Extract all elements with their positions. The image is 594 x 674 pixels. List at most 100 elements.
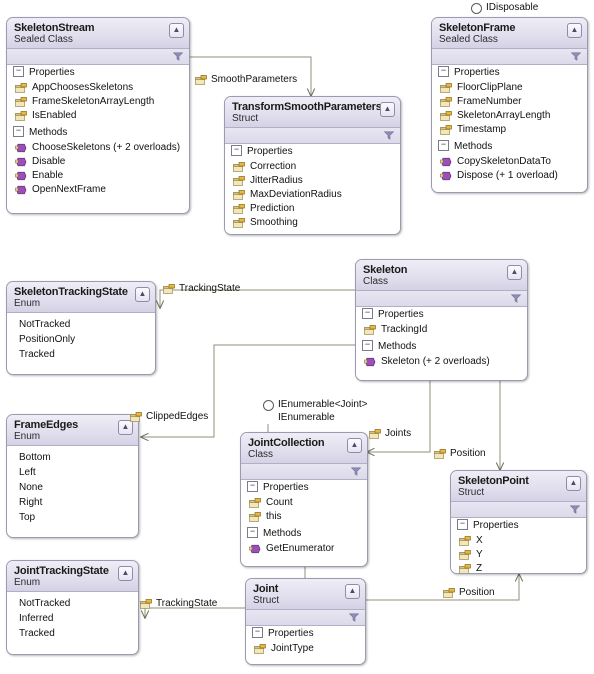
member-label: MaxDeviationRadius <box>250 189 342 200</box>
member-row[interactable]: Correction <box>225 160 400 174</box>
enum-value-row[interactable]: Inferred <box>7 611 138 626</box>
section-header-properties[interactable]: − Properties <box>241 480 367 496</box>
collapse-chevron-icon[interactable]: ▲ <box>345 584 360 599</box>
enum-value-row[interactable]: Top <box>7 510 138 525</box>
member-list-properties: FloorClipPlane FrameNumber SkeletonArray… <box>432 81 587 139</box>
expander-icon[interactable]: − <box>13 125 24 137</box>
enum-value-row[interactable]: PositionOnly <box>7 332 155 347</box>
section-header-methods[interactable]: − Methods <box>241 526 367 542</box>
member-row[interactable]: TrackingId <box>356 323 527 337</box>
member-row[interactable]: MaxDeviationRadius <box>225 188 400 202</box>
section-header-methods[interactable]: − Methods <box>7 125 189 141</box>
filter-icon[interactable] <box>571 52 581 61</box>
class-box-skeletonframe[interactable]: SkeletonFrame Sealed Class ▲ − Properties… <box>431 17 588 193</box>
member-row[interactable]: FrameNumber <box>432 95 587 109</box>
member-label: Enable <box>32 170 64 181</box>
member-row[interactable]: JointType <box>246 642 365 656</box>
expander-icon[interactable]: − <box>231 144 242 156</box>
enum-value-row[interactable]: Left <box>7 465 138 480</box>
member-row[interactable]: FloorClipPlane <box>432 81 587 95</box>
section-header-properties[interactable]: − Properties <box>225 144 400 160</box>
member-row[interactable]: JitterRadius <box>225 174 400 188</box>
member-row[interactable]: Timestamp <box>432 123 587 137</box>
class-box-skeletonstream[interactable]: SkeletonStream Sealed Class ▲ − Propertie… <box>6 17 190 214</box>
enum-value-row[interactable]: Tracked <box>7 626 138 641</box>
expander-icon[interactable]: − <box>457 518 468 530</box>
expander-icon[interactable]: − <box>247 526 258 538</box>
member-row[interactable]: ChooseSkeletons (+ 2 overloads) <box>7 141 189 155</box>
property-icon <box>443 588 455 598</box>
class-header-joint: Joint Struct ▲ <box>246 579 365 610</box>
enum-box-jointtrackingstate[interactable]: JointTrackingState Enum ▲ NotTracked Inf… <box>6 560 139 655</box>
collapse-chevron-icon[interactable]: ▲ <box>380 102 395 117</box>
collapse-chevron-icon[interactable]: ▲ <box>118 566 133 581</box>
member-row[interactable]: Y <box>451 548 586 562</box>
member-row[interactable]: Prediction <box>225 202 400 216</box>
member-row[interactable]: Enable <box>7 169 189 183</box>
filter-bar <box>356 291 527 307</box>
expander-icon[interactable]: − <box>438 139 449 151</box>
section-header-methods[interactable]: − Methods <box>356 339 527 355</box>
collapse-chevron-icon[interactable]: ▲ <box>347 438 362 453</box>
member-row[interactable]: SkeletonArrayLength <box>432 109 587 123</box>
collapse-chevron-icon[interactable]: ▲ <box>135 287 150 302</box>
member-list-methods: GetEnumerator <box>241 542 367 558</box>
property-icon <box>249 512 261 522</box>
section-header-methods[interactable]: − Methods <box>432 139 587 155</box>
enum-value-row[interactable]: None <box>7 480 138 495</box>
member-row[interactable]: X <box>451 534 586 548</box>
filter-icon[interactable] <box>384 131 394 140</box>
collapse-chevron-icon[interactable]: ▲ <box>507 265 522 280</box>
method-icon <box>15 157 27 167</box>
filter-icon[interactable] <box>511 294 521 303</box>
member-row[interactable]: FrameSkeletonArrayLength <box>7 95 189 109</box>
member-row[interactable]: Z <box>451 562 586 573</box>
collapse-chevron-icon[interactable]: ▲ <box>566 476 581 491</box>
member-row[interactable]: Smoothing <box>225 216 400 230</box>
expander-icon[interactable]: − <box>247 480 258 492</box>
association-label-position-skeleton: Position <box>434 448 486 460</box>
member-row[interactable]: Count <box>241 496 367 510</box>
enum-value-row[interactable]: Right <box>7 495 138 510</box>
expander-icon[interactable]: − <box>438 65 449 77</box>
section-header-properties[interactable]: − Properties <box>7 65 189 81</box>
expander-icon[interactable]: − <box>252 626 263 638</box>
enum-value-row[interactable]: Tracked <box>7 347 155 362</box>
filter-icon[interactable] <box>349 613 359 622</box>
class-box-joint[interactable]: Joint Struct ▲ − Properties JointType <box>245 578 366 665</box>
section-header-properties[interactable]: − Properties <box>246 626 365 642</box>
member-row[interactable]: IsEnabled <box>7 109 189 123</box>
filter-icon[interactable] <box>570 505 580 514</box>
class-box-skeletonpoint[interactable]: SkeletonPoint Struct ▲ − Properties X Y … <box>450 470 587 574</box>
class-box-skeleton[interactable]: Skeleton Class ▲ −Properties TrackingId <box>355 259 528 381</box>
section-header-properties[interactable]: − Properties <box>356 307 527 323</box>
member-row[interactable]: Skeleton (+ 2 overloads) <box>356 355 527 369</box>
filter-bar <box>225 128 400 144</box>
association-label-clippededges: ClippedEdges <box>130 411 208 423</box>
property-icon <box>233 218 245 228</box>
member-row[interactable]: this <box>241 510 367 524</box>
filter-icon[interactable] <box>173 52 183 61</box>
section-header-properties[interactable]: − Properties <box>451 518 586 534</box>
enum-value-row[interactable]: Bottom <box>7 450 138 465</box>
class-box-transformsmoothparameters[interactable]: TransformSmoothParameters Struct ▲ − Prop… <box>224 96 401 235</box>
enum-box-frameedges[interactable]: FrameEdges Enum ▲ Bottom Left None Right… <box>6 414 139 538</box>
member-row[interactable]: Disable <box>7 155 189 169</box>
member-row[interactable]: GetEnumerator <box>241 542 367 556</box>
filter-icon[interactable] <box>351 467 361 476</box>
expander-icon[interactable]: − <box>13 65 24 77</box>
expander-icon[interactable]: − <box>362 339 373 351</box>
class-box-jointcollection[interactable]: JointCollection Class ▲ − Properties Coun… <box>240 432 368 567</box>
section-label: Properties <box>454 67 500 78</box>
member-row[interactable]: Dispose (+ 1 overload) <box>432 169 587 183</box>
enum-value-row[interactable]: NotTracked <box>7 317 155 332</box>
expander-icon[interactable]: − <box>362 307 373 319</box>
member-row[interactable]: AppChoosesSkeletons <box>7 81 189 95</box>
member-row[interactable]: OpenNextFrame <box>7 183 189 197</box>
section-header-properties[interactable]: − Properties <box>432 65 587 81</box>
collapse-chevron-icon[interactable]: ▲ <box>567 23 582 38</box>
enum-box-skeletontrackingstate[interactable]: SkeletonTrackingState Enum ▲ NotTracked … <box>6 281 156 375</box>
enum-value-row[interactable]: NotTracked <box>7 596 138 611</box>
collapse-chevron-icon[interactable]: ▲ <box>169 23 184 38</box>
member-row[interactable]: CopySkeletonDataTo <box>432 155 587 169</box>
